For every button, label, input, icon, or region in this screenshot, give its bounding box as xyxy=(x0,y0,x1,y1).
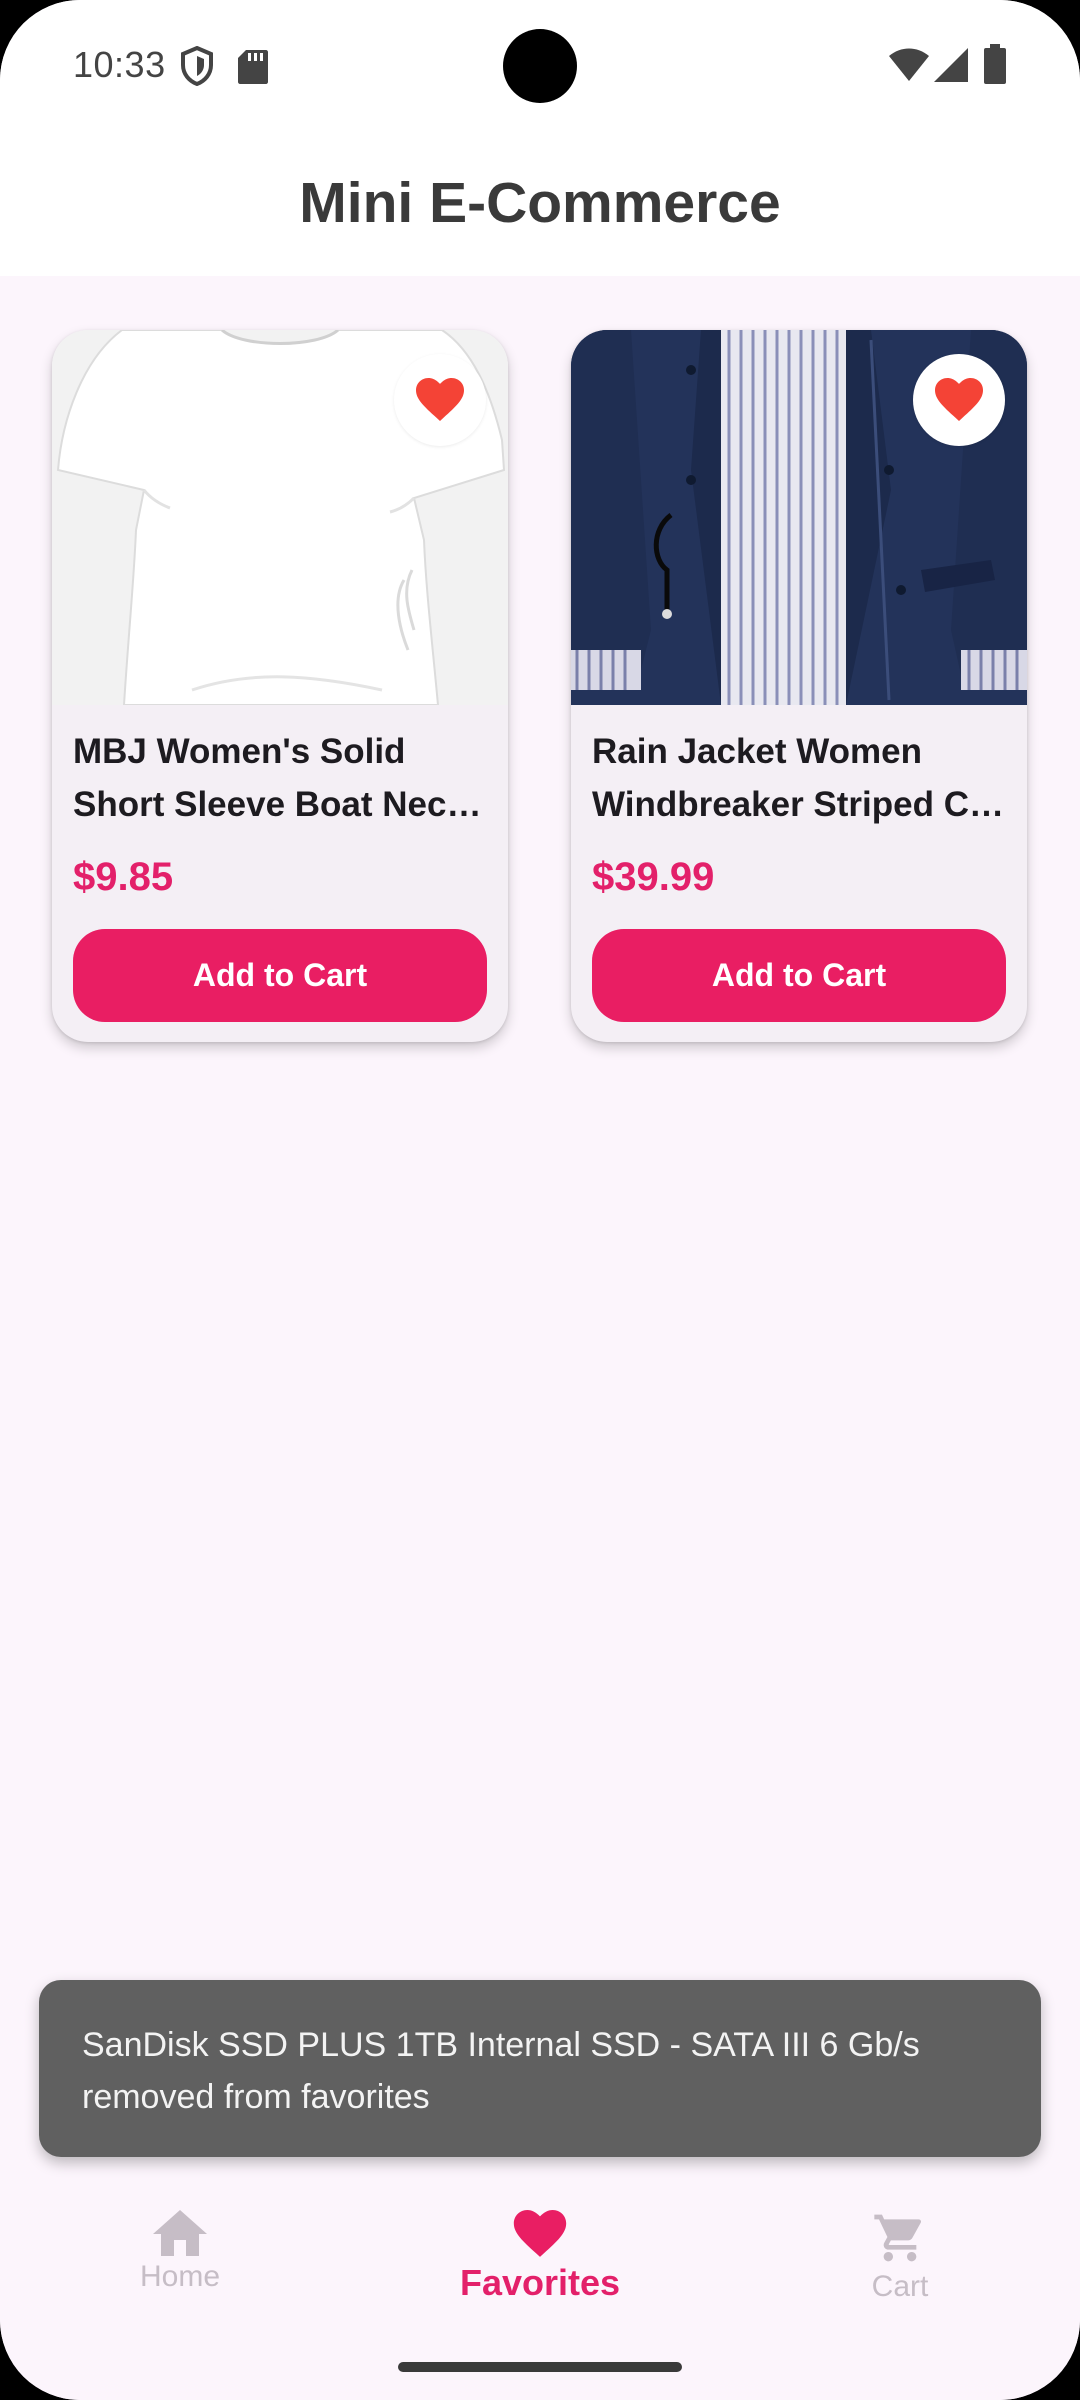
favorite-button[interactable] xyxy=(394,354,486,446)
product-title: MBJ Women's Solid Short Sleeve Boat Neck… xyxy=(73,725,493,831)
product-title-line-2: Short Sleeve Boat Neck V xyxy=(73,785,493,824)
heart-icon xyxy=(416,378,464,421)
cellular-signal-icon xyxy=(934,48,968,87)
product-card[interactable]: MBJ Women's Solid Short Sleeve Boat Neck… xyxy=(52,330,508,1042)
nav-label-home: Home xyxy=(139,2260,221,2293)
add-to-cart-button[interactable]: Add to Cart xyxy=(592,929,1006,1022)
wifi-icon xyxy=(889,48,929,87)
home-indicator[interactable] xyxy=(398,2362,682,2372)
status-time: 10:33 xyxy=(73,44,166,85)
add-to-cart-button[interactable]: Add to Cart xyxy=(73,929,487,1022)
product-image-tshirt[interactable] xyxy=(52,330,508,705)
app-title: Mini E-Commerce xyxy=(299,171,781,235)
product-title: Rain Jacket Women Windbreaker Striped Cl… xyxy=(592,725,1012,831)
status-bar: 10:33 xyxy=(0,0,1080,130)
cart-icon xyxy=(874,2214,922,2262)
product-price: $9.85 xyxy=(73,855,174,899)
nav-label-favorites: Favorites xyxy=(459,2262,621,2303)
favorite-button[interactable] xyxy=(913,354,1005,446)
sd-card-icon xyxy=(238,50,268,89)
heart-icon xyxy=(513,2210,567,2257)
snackbar: SanDisk SSD PLUS 1TB Internal SSD - SATA… xyxy=(39,1980,1041,2157)
product-title-line-2: Windbreaker Striped Climbing xyxy=(592,785,1012,824)
home-icon xyxy=(153,2210,207,2256)
product-price: $39.99 xyxy=(592,855,715,899)
nav-item-favorites[interactable]: Favorites xyxy=(440,2210,640,2304)
front-camera xyxy=(503,29,577,103)
shield-icon xyxy=(180,45,214,91)
product-card[interactable]: Rain Jacket Women Windbreaker Striped Cl… xyxy=(571,330,1027,1042)
battery-icon xyxy=(984,44,1006,89)
nav-label-cart: Cart xyxy=(871,2270,929,2303)
heart-icon xyxy=(935,378,983,421)
screen: 10:33 Mini E-Commerce MBJ Women's Solid … xyxy=(0,0,1080,2400)
product-image-rain-jacket[interactable] xyxy=(571,330,1027,705)
product-title-line-1: Rain Jacket Women xyxy=(592,732,923,771)
app-bar: Mini E-Commerce xyxy=(0,130,1080,276)
nav-item-home[interactable]: Home xyxy=(80,2210,280,2294)
nav-item-cart[interactable]: Cart xyxy=(800,2210,1000,2304)
product-title-line-1: MBJ Women's Solid xyxy=(73,732,406,771)
snackbar-message: SanDisk SSD PLUS 1TB Internal SSD - SATA… xyxy=(82,2026,920,2116)
